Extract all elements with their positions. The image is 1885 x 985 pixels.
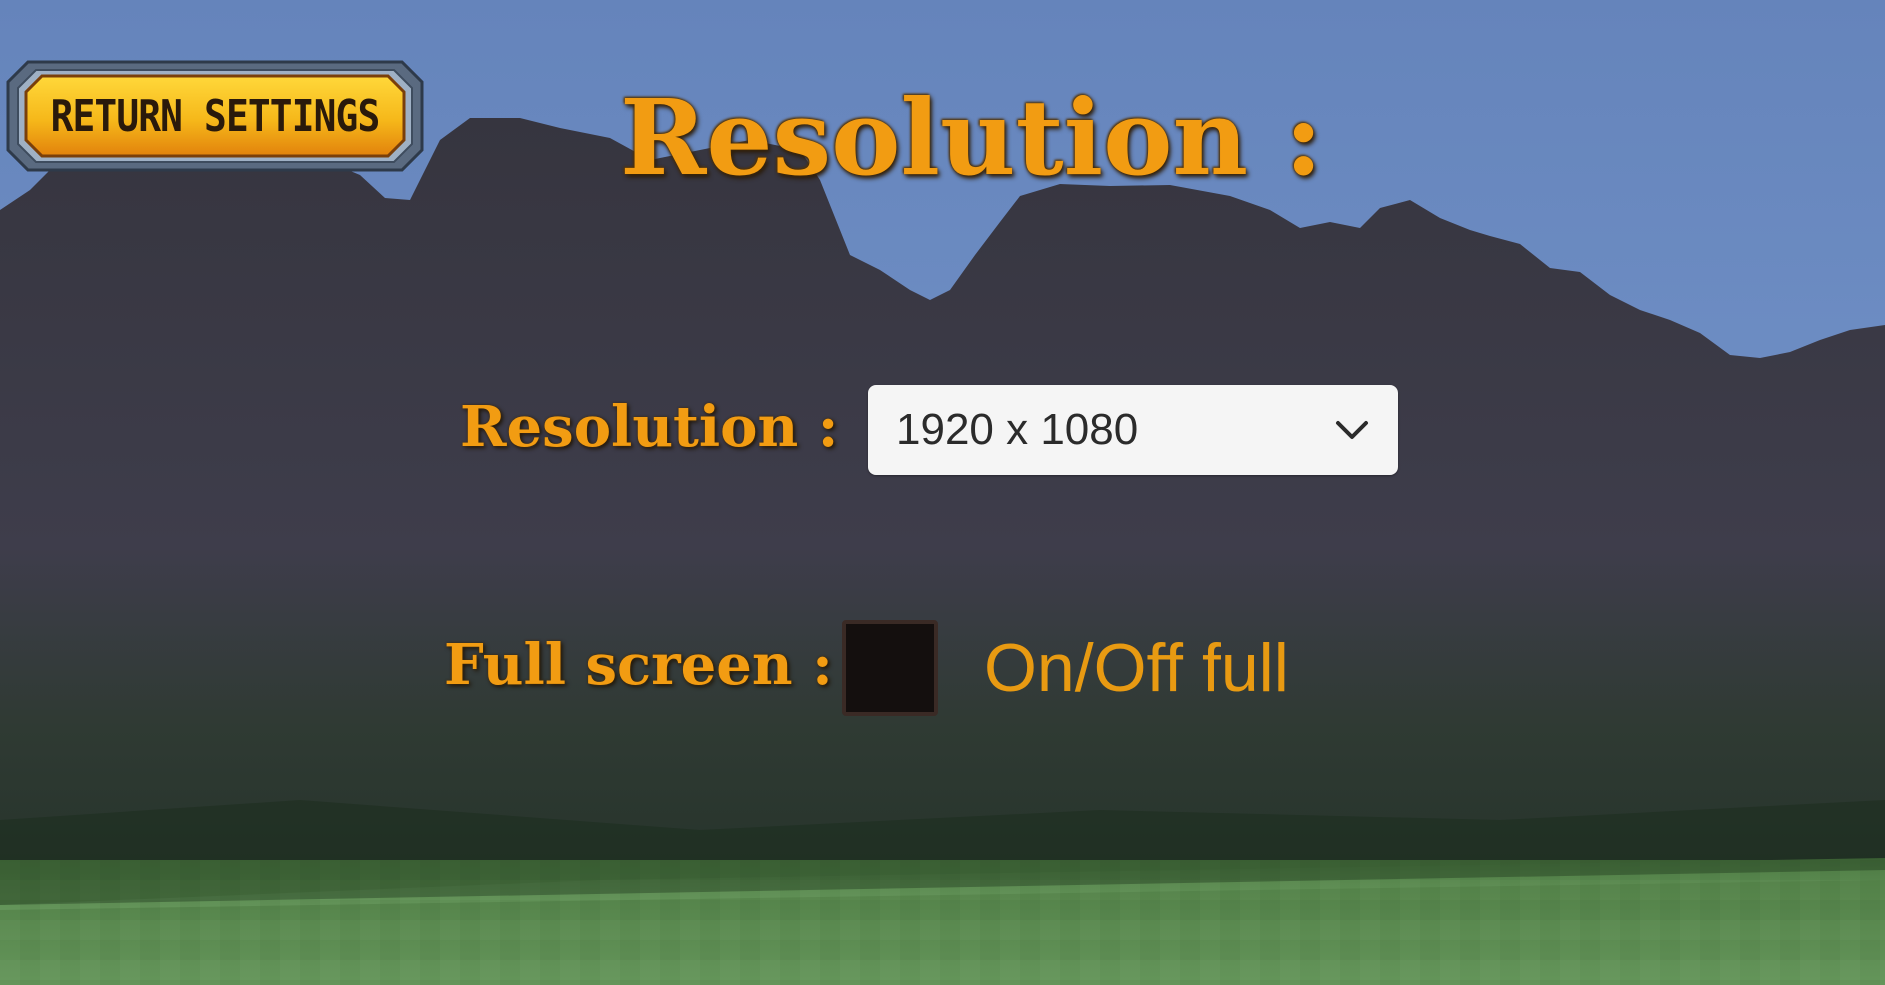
fullscreen-toggle-text[interactable]: On/Off full [984,628,1289,708]
return-button-label: RETURN SETTINGS [50,90,381,142]
page-title: Resolution : [620,76,1323,199]
resolution-value: 1920 x 1080 [896,405,1139,454]
chevron-down-icon [1336,421,1368,439]
fullscreen-checkbox[interactable] [842,620,938,716]
fullscreen-label: Full screen : [444,632,833,698]
resolution-dropdown[interactable]: 1920 x 1080 [868,385,1398,475]
return-settings-button[interactable]: RETURN SETTINGS [6,60,424,172]
resolution-label: Resolution : [460,394,839,460]
